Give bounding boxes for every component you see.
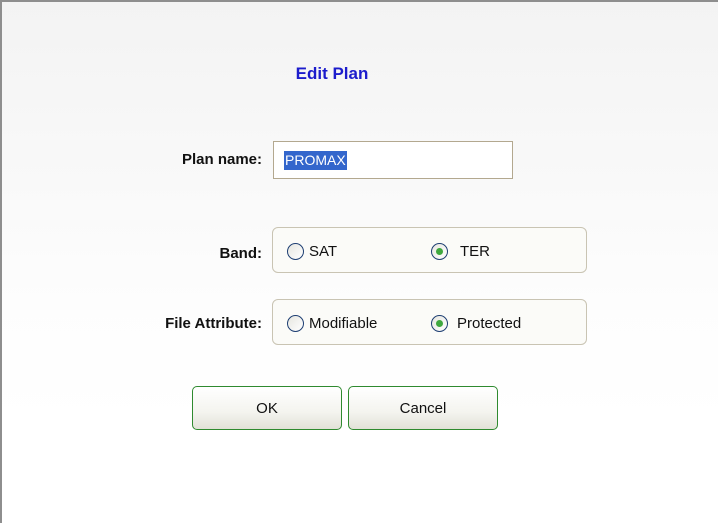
attribute-modifiable-label: Modifiable <box>309 314 378 332</box>
ok-button[interactable]: OK <box>192 386 342 430</box>
dialog-title: Edit Plan <box>295 64 369 83</box>
radio-checked-icon <box>431 314 448 332</box>
plan-name-label: Plan name: <box>181 151 262 168</box>
file-attribute-radio-group: Modifiable Protected <box>272 299 587 345</box>
band-radio-group: SAT TER <box>272 227 587 273</box>
attribute-modifiable-radio[interactable]: Modifiable <box>287 300 377 346</box>
band-ter-label: TER <box>460 242 490 260</box>
radio-unchecked-icon <box>287 314 304 332</box>
edit-plan-dialog: Edit Plan Plan name: PROMAX Band: SAT TE… <box>0 0 718 523</box>
attribute-protected-radio[interactable]: Protected <box>431 300 521 346</box>
plan-name-value: PROMAX <box>284 150 347 170</box>
radio-checked-icon <box>431 242 448 260</box>
file-attribute-label: File Attribute: <box>165 315 262 332</box>
plan-name-input[interactable]: PROMAX <box>273 141 513 179</box>
band-label: Band: <box>219 245 263 262</box>
band-ter-radio[interactable]: TER <box>431 228 490 274</box>
band-sat-label: SAT <box>309 242 338 260</box>
radio-unchecked-icon <box>287 242 304 260</box>
cancel-button[interactable]: Cancel <box>348 386 498 430</box>
band-sat-radio[interactable]: SAT <box>287 228 337 274</box>
attribute-protected-label: Protected <box>457 314 522 332</box>
